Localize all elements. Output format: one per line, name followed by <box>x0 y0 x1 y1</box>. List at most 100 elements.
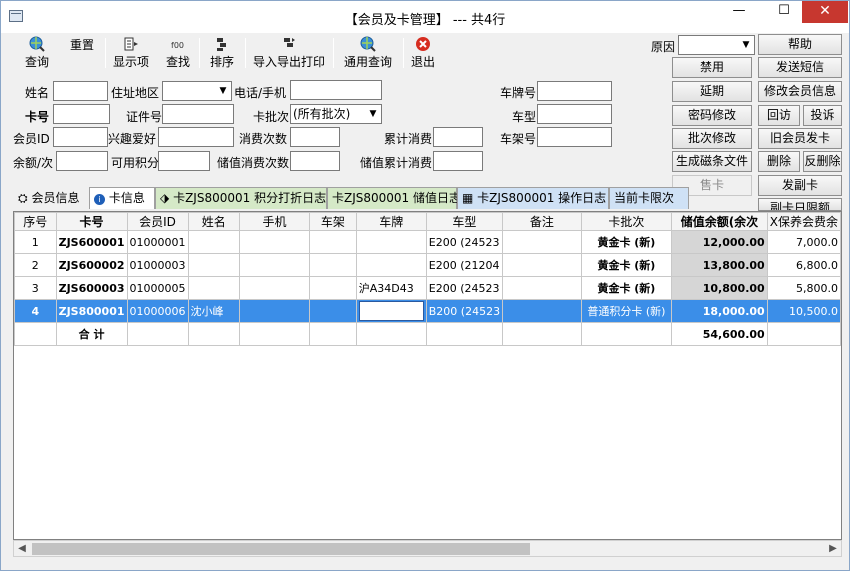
globe-search-icon <box>29 36 45 52</box>
issue-sub-card-button[interactable]: 发副卡 <box>758 175 842 196</box>
col-member-id[interactable]: 会员ID <box>126 212 189 231</box>
old-member-card-button[interactable]: 旧会员发卡 <box>758 128 842 149</box>
table-row[interactable]: 1 ZJS600001 01000001 E200 (24523 黄金卡 (新)… <box>14 230 841 254</box>
consume-count-input[interactable] <box>290 127 340 147</box>
tab-card-info[interactable]: i 卡信息 <box>89 187 155 209</box>
find-icon: f00 <box>171 41 184 50</box>
name-label: 姓名 <box>25 86 50 100</box>
col-plate[interactable]: 车牌 <box>355 212 427 231</box>
scroll-right-icon[interactable]: ▶ <box>825 541 841 556</box>
plate-edit-cell[interactable] <box>355 299 427 323</box>
col-note[interactable]: 备注 <box>502 212 582 231</box>
horizontal-scrollbar[interactable]: ◀ ▶ <box>13 540 842 557</box>
name-input[interactable] <box>53 81 108 101</box>
plate-label: 车牌号 <box>500 86 537 100</box>
plate-input[interactable] <box>537 81 612 101</box>
col-phone[interactable]: 手机 <box>238 212 311 231</box>
stored-consume-count-label: 储值消费次数 <box>217 156 290 170</box>
col-model[interactable]: 车型 <box>425 212 504 231</box>
edit-member-button[interactable]: 修改会员信息 <box>758 81 842 102</box>
extend-button[interactable]: 延期 <box>672 81 752 102</box>
col-card[interactable]: 卡号 <box>55 212 128 231</box>
total-consume-input[interactable] <box>433 127 483 147</box>
reset-button[interactable]: 重置 <box>65 34 99 70</box>
reason-label: 原因 <box>651 40 676 54</box>
card-no-input[interactable] <box>53 104 110 124</box>
chevron-down-icon: ▼ <box>369 109 377 119</box>
member-id-input[interactable] <box>53 127 108 147</box>
col-balance[interactable]: 储值余额(余次 <box>671 212 768 231</box>
region-label: 住址地区 <box>111 86 160 100</box>
table-row[interactable]: 3 ZJS600003 01000005 沪A34D43 E200 (24523… <box>14 276 841 300</box>
hobby-label: 兴趣爱好 <box>108 132 157 146</box>
display-items-button[interactable]: 显示项 <box>109 34 153 70</box>
undelete-button[interactable]: 反删除 <box>803 151 842 172</box>
disable-button[interactable]: 禁用 <box>672 57 752 78</box>
tab-stored-value-log[interactable]: 卡ZJS800001 储值日志 <box>327 187 461 209</box>
visit-button[interactable]: 回访 <box>758 105 800 126</box>
col-name[interactable]: 姓名 <box>187 212 240 231</box>
sort-button[interactable]: 排序 <box>205 34 239 70</box>
import-export-print-button[interactable]: 导入导出打印 <box>251 34 327 70</box>
batch-select[interactable]: (所有批次) ▼ <box>290 104 382 124</box>
columns-icon <box>124 37 138 51</box>
col-frame[interactable]: 车架 <box>309 212 357 231</box>
member-id-label: 会员ID <box>13 132 50 146</box>
col-fee[interactable]: X保养会费余 <box>766 212 841 231</box>
chevron-down-icon: ▼ <box>742 40 750 50</box>
tab-current-card-limit[interactable]: 当前卡限次 <box>609 187 689 209</box>
stored-total-consume-input[interactable] <box>433 151 483 171</box>
toolbar: 查询 重置 显示项 f00 查找 排序 导入导出打印 通用查询 退出 <box>9 34 439 70</box>
sort-icon <box>217 38 226 51</box>
import-export-icon <box>284 38 295 47</box>
col-batch[interactable]: 卡批次 <box>580 212 673 231</box>
region-select[interactable]: ▼ <box>162 81 232 101</box>
close-button[interactable]: ✕ <box>802 1 848 23</box>
table-row-selected[interactable]: 4 ZJS800001 01000006 沈小峰 B200 (24523 普通积… <box>14 299 841 323</box>
general-query-button[interactable]: 通用查询 <box>339 34 397 70</box>
stored-consume-count-input[interactable] <box>290 151 340 171</box>
minimize-button[interactable]: — <box>724 1 754 23</box>
frame-no-label: 车架号 <box>500 132 537 146</box>
delete-button[interactable]: 删除 <box>758 151 800 172</box>
exit-button[interactable]: 退出 <box>407 34 439 70</box>
phone-input[interactable] <box>290 80 382 100</box>
balance-times-label: 余额/次 <box>13 156 54 170</box>
card-grid[interactable]: 序号 卡号 会员ID 姓名 手机 车架 车牌 车型 备注 卡批次 储值余额(余次… <box>13 211 842 540</box>
password-change-button[interactable]: 密码修改 <box>672 105 752 126</box>
scroll-left-icon[interactable]: ◀ <box>14 541 30 556</box>
card-table: 序号 卡号 会员ID 姓名 手机 车架 车牌 车型 备注 卡批次 储值余额(余次… <box>14 212 841 346</box>
table-icon: ▦ <box>462 191 474 205</box>
tab-operation-log[interactable]: ▦ 卡ZJS800001 操作日志 <box>457 187 609 209</box>
phone-label: 电话/手机 <box>234 86 287 100</box>
query-button[interactable]: 查询 <box>17 34 57 70</box>
main-window: 【会员及卡管理】 --- 共4行 — ☐ ✕ 查询 重置 显示项 f00 查找 … <box>0 0 850 571</box>
total-consume-label: 累计消费 <box>384 132 433 146</box>
scrollbar-thumb[interactable] <box>32 543 530 555</box>
help-button[interactable]: 帮助 <box>758 34 842 55</box>
tab-member-info[interactable]: ⛭ 会员信息 <box>13 187 89 209</box>
title-bar: 【会员及卡管理】 --- 共4行 — ☐ ✕ <box>1 1 849 33</box>
car-model-input[interactable] <box>537 104 612 124</box>
find-button[interactable]: f00 查找 <box>161 34 195 70</box>
tag-icon: ⬗ <box>160 191 170 205</box>
frame-no-input[interactable] <box>537 127 612 147</box>
reason-select[interactable]: ▼ <box>678 35 755 55</box>
card-no-label: 卡号 <box>25 110 50 124</box>
hobby-input[interactable] <box>158 127 234 147</box>
table-row[interactable]: 2 ZJS600002 01000003 E200 (21204 黄金卡 (新)… <box>14 253 841 277</box>
points-input[interactable] <box>158 151 210 171</box>
balance-times-input[interactable] <box>56 151 108 171</box>
stop-icon <box>416 37 430 51</box>
complaint-button[interactable]: 投诉 <box>803 105 842 126</box>
id-no-label: 证件号 <box>126 110 163 124</box>
tab-points-log[interactable]: ⬗ 卡ZJS800001 积分打折日志 <box>155 187 327 209</box>
generate-mag-file-button[interactable]: 生成磁条文件 <box>672 151 752 172</box>
car-model-label: 车型 <box>512 110 537 124</box>
maximize-button[interactable]: ☐ <box>769 1 799 23</box>
col-seq[interactable]: 序号 <box>14 212 57 231</box>
send-sms-button[interactable]: 发送短信 <box>758 57 842 78</box>
sub-card-limit-button[interactable]: 副卡日限额 <box>758 198 842 211</box>
id-no-input[interactable] <box>162 104 234 124</box>
batch-change-button[interactable]: 批次修改 <box>672 128 752 149</box>
